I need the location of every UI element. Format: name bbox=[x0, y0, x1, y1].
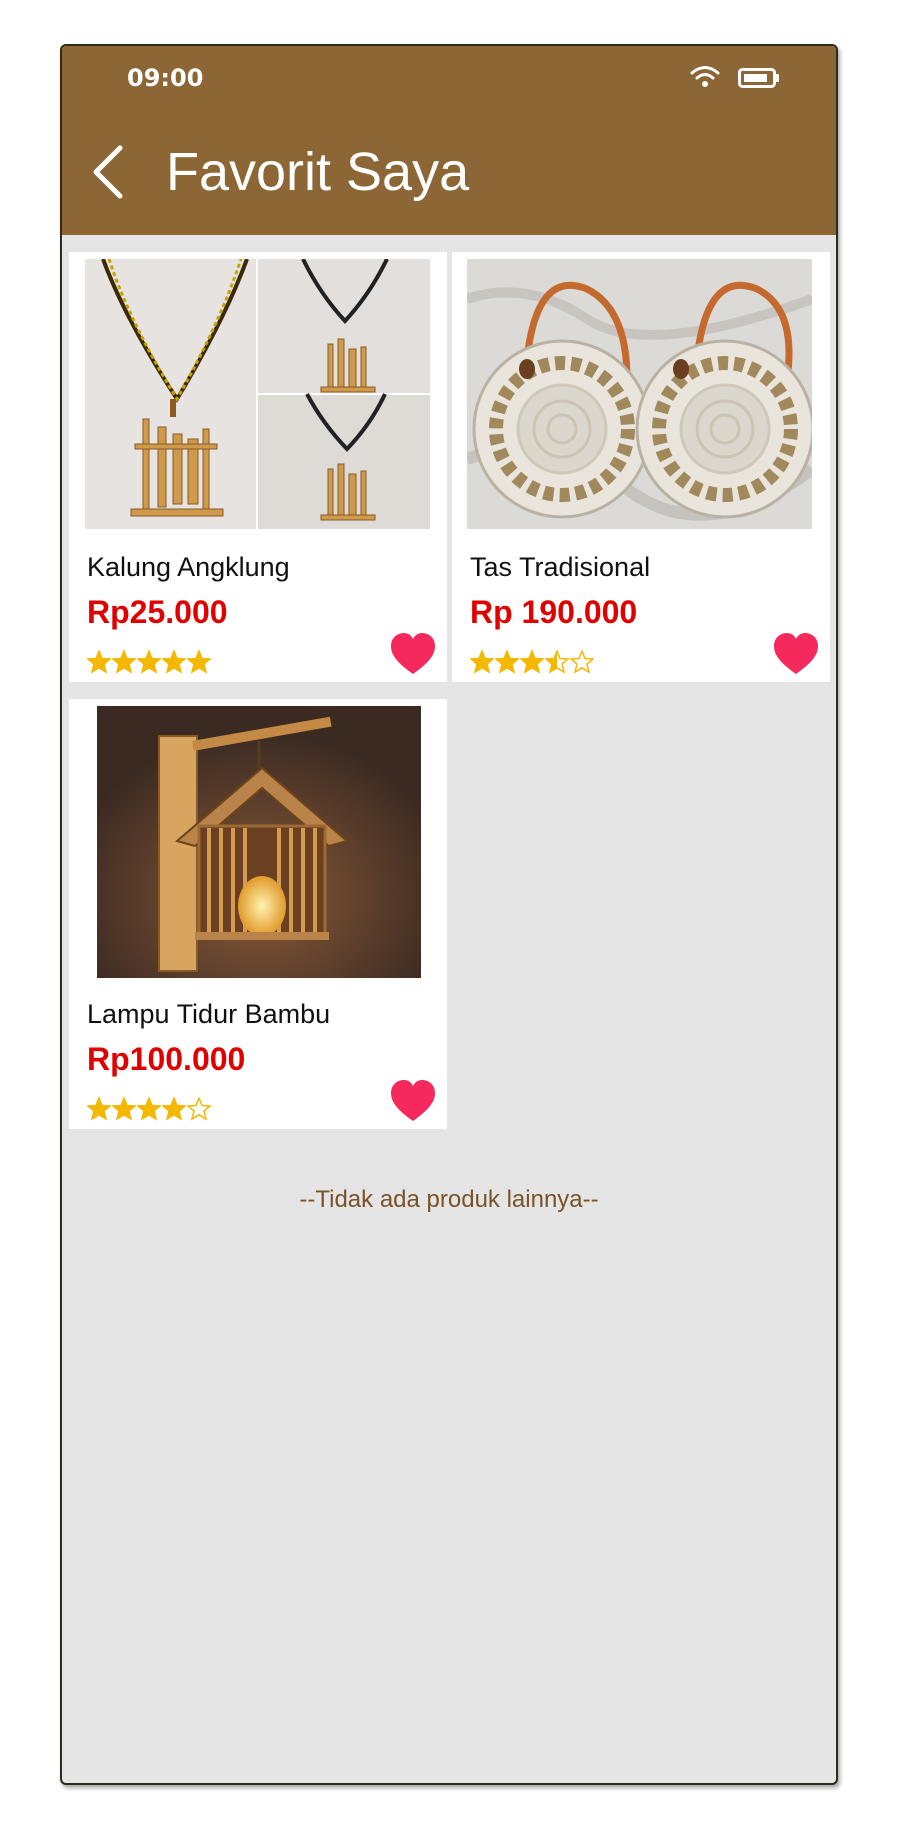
star-empty-icon bbox=[187, 1097, 211, 1121]
star-full-icon bbox=[187, 650, 211, 674]
product-price: Rp25.000 bbox=[87, 594, 228, 630]
star-full-icon bbox=[495, 650, 519, 674]
product-image-necklace bbox=[85, 259, 430, 529]
product-card[interactable]: Lampu Tidur Bambu Rp100.000 bbox=[69, 699, 447, 1129]
favorite-heart-icon[interactable] bbox=[389, 632, 437, 676]
star-full-icon bbox=[162, 650, 186, 674]
star-full-icon bbox=[470, 650, 494, 674]
star-full-icon bbox=[162, 1097, 186, 1121]
product-name[interactable]: Lampu Tidur Bambu bbox=[87, 999, 330, 1030]
star-full-icon bbox=[112, 1097, 136, 1121]
status-time: 09:00 bbox=[127, 64, 204, 92]
star-full-icon bbox=[112, 650, 136, 674]
star-half-icon bbox=[545, 650, 569, 674]
star-full-icon bbox=[137, 1097, 161, 1121]
favorite-heart-icon[interactable] bbox=[772, 632, 820, 676]
product-card[interactable]: Kalung Angklung Rp25.000 bbox=[69, 252, 447, 682]
end-of-list-text: --Tidak ada produk lainnya-- bbox=[299, 1186, 599, 1213]
star-full-icon bbox=[520, 650, 544, 674]
back-button[interactable] bbox=[84, 142, 128, 202]
product-image-bamboo-lamp bbox=[97, 706, 421, 978]
star-full-icon bbox=[87, 650, 111, 674]
rating-stars bbox=[87, 1097, 211, 1121]
battery-icon bbox=[738, 68, 779, 88]
star-full-icon bbox=[87, 1097, 111, 1121]
product-card[interactable]: Tas Tradisional Rp 190.000 bbox=[452, 252, 830, 682]
product-name[interactable]: Tas Tradisional bbox=[470, 552, 650, 583]
star-full-icon bbox=[137, 650, 161, 674]
rating-stars bbox=[87, 650, 211, 674]
app-bar: 09:00 Favorit Saya bbox=[62, 46, 836, 235]
phone-frame: 09:00 Favorit Saya Kalung Angklung Rp25.… bbox=[60, 44, 838, 1785]
favorite-heart-icon[interactable] bbox=[389, 1079, 437, 1123]
product-price: Rp100.000 bbox=[87, 1041, 246, 1077]
product-name[interactable]: Kalung Angklung bbox=[87, 552, 290, 583]
rating-stars bbox=[470, 650, 594, 674]
page-title: Favorit Saya bbox=[166, 142, 470, 202]
wifi-icon bbox=[690, 66, 720, 87]
product-price: Rp 190.000 bbox=[470, 594, 638, 630]
star-empty-icon bbox=[570, 650, 594, 674]
product-image-rattan-bag bbox=[467, 259, 812, 529]
